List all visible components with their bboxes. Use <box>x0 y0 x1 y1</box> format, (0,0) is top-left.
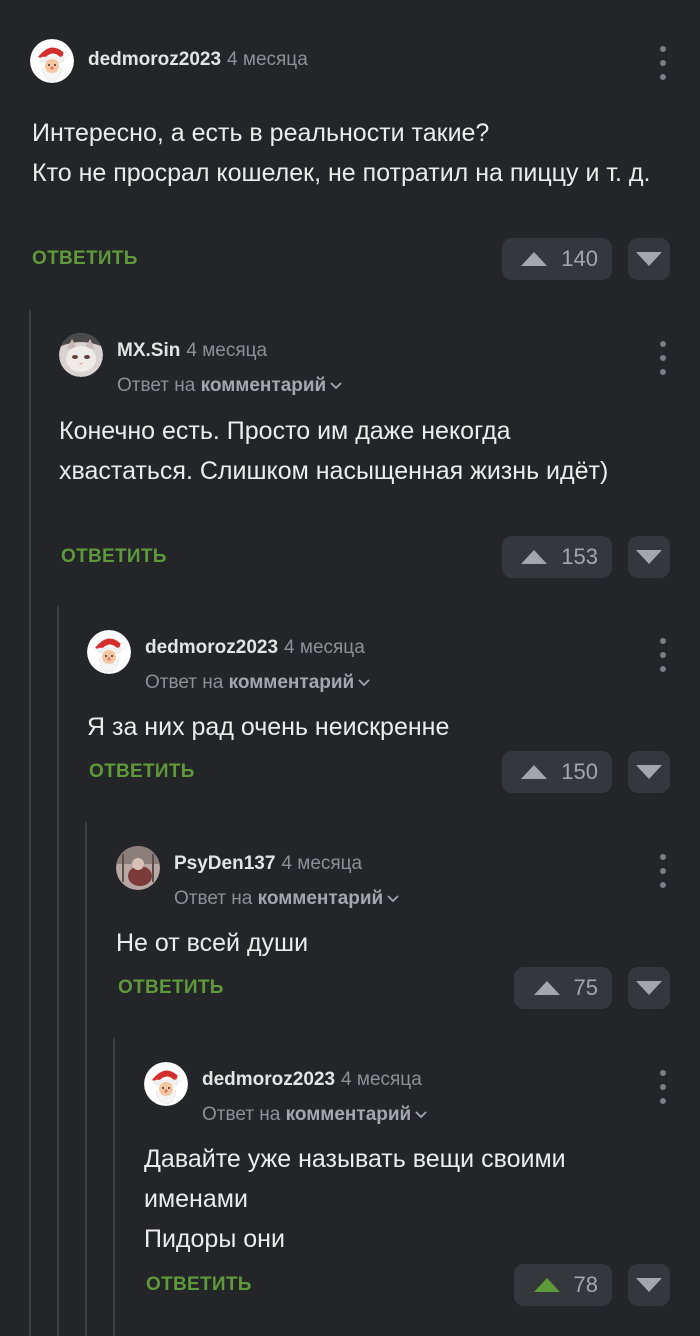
more-options-icon[interactable] <box>656 46 670 80</box>
comment-text: Не от всей души <box>116 929 309 957</box>
downvote-button[interactable] <box>628 238 670 280</box>
reply-to-link[interactable]: Ответ на комментарий <box>145 672 370 694</box>
comment-header: dedmoroz2023 4 месяца Ответ на комментари… <box>144 1062 700 1125</box>
upvote-button[interactable]: 140 <box>502 238 612 280</box>
reply-to-target[interactable]: комментарий <box>286 1104 412 1125</box>
comment-time: 4 месяца <box>186 340 268 361</box>
thread-line-level-1[interactable] <box>29 310 31 1336</box>
vote-count: 78 <box>573 1272 598 1297</box>
downvote-button[interactable] <box>628 967 670 1009</box>
santa-avatar-icon[interactable] <box>144 1062 188 1106</box>
upvote-button[interactable]: 153 <box>502 536 612 578</box>
reply-to-target[interactable]: комментарий <box>258 888 384 909</box>
vote-count: 140 <box>561 246 598 271</box>
comment-text: Я за них рад очень неискренне <box>87 713 450 741</box>
comment-header: dedmoroz2023 4 месяца Ответ на комментари… <box>87 630 700 693</box>
reply-button[interactable]: ОТВЕТИТЬ <box>32 248 138 270</box>
more-options-icon[interactable] <box>656 854 670 888</box>
comment-time: 4 месяца <box>341 1069 422 1090</box>
reply-to-link[interactable]: Ответ на комментарий <box>202 1104 427 1126</box>
downvote-button[interactable] <box>628 536 670 578</box>
upvote-arrow-icon <box>521 550 548 564</box>
comment-header: dedmoroz2023 4 месяца <box>30 39 700 83</box>
comment-text: Интересно, а есть в реальности такие? Кт… <box>32 119 651 187</box>
santa-avatar-icon[interactable] <box>30 39 74 83</box>
comment-header: PsyDen137 4 месяца Ответ на комментарий <box>116 846 700 909</box>
comment-text: Конечно есть. Просто им даже некогда хва… <box>59 417 609 485</box>
upvote-arrow-icon <box>533 981 560 995</box>
vote-count: 75 <box>573 975 598 1000</box>
downvote-button[interactable] <box>628 1264 670 1306</box>
more-options-icon[interactable] <box>656 638 670 672</box>
reply-button[interactable]: ОТВЕТИТЬ <box>89 761 195 783</box>
chevron-down-icon[interactable] <box>387 895 399 903</box>
thread-line-level-3[interactable] <box>85 822 87 1336</box>
reply-button[interactable]: ОТВЕТИТЬ <box>118 977 224 999</box>
comment-time: 4 месяца <box>281 853 363 874</box>
reply-to-prefix: Ответ на <box>145 672 224 693</box>
author-name[interactable]: dedmoroz2023 <box>202 1069 335 1090</box>
reply-button[interactable]: ОТВЕТИТЬ <box>61 546 167 568</box>
comment-time: 4 месяца <box>227 49 308 70</box>
author-name[interactable]: dedmoroz2023 <box>88 49 221 70</box>
downvote-arrow-icon <box>636 550 662 564</box>
author-name[interactable]: dedmoroz2023 <box>145 637 278 658</box>
comment-footer: ОТВЕТИТЬ 75 <box>116 967 670 1009</box>
downvote-arrow-icon <box>636 765 662 779</box>
comment-footer: ОТВЕТИТЬ 153 <box>59 536 670 578</box>
author-name[interactable]: PsyDen137 <box>174 853 275 874</box>
santa-avatar-icon[interactable] <box>87 630 131 674</box>
comments-thread: dedmoroz2023 4 месяца Интересно, а есть в… <box>0 0 700 1336</box>
reply-to-prefix: Ответ на <box>202 1104 281 1125</box>
comment-text: Давайте уже называть вещи своими именами… <box>144 1145 566 1253</box>
downvote-arrow-icon <box>636 981 662 995</box>
downvote-arrow-icon <box>636 1278 662 1292</box>
comment-footer: ОТВЕТИТЬ 140 <box>30 238 670 280</box>
reply-to-prefix: Ответ на <box>117 375 196 396</box>
chevron-down-icon[interactable] <box>415 1111 427 1119</box>
more-options-icon[interactable] <box>656 1070 670 1104</box>
reply-to-prefix: Ответ на <box>174 888 253 909</box>
upvote-button[interactable]: 78 <box>514 1264 612 1306</box>
downvote-button[interactable] <box>628 751 670 793</box>
upvote-arrow-icon <box>521 765 548 779</box>
author-line: PsyDen137 4 месяца <box>174 853 362 875</box>
vote-count: 153 <box>561 544 598 569</box>
cat-avatar-icon[interactable] <box>59 333 103 377</box>
reply-to-link[interactable]: Ответ на комментарий <box>117 375 342 397</box>
author-name[interactable]: MX.Sin <box>117 340 180 361</box>
comment-time: 4 месяца <box>284 637 365 658</box>
upvote-arrow-icon <box>521 252 548 266</box>
thread-line-level-4[interactable] <box>113 1038 115 1336</box>
photo-avatar-icon[interactable] <box>116 846 160 890</box>
author-line: MX.Sin 4 месяца <box>117 340 267 362</box>
chevron-down-icon[interactable] <box>330 382 342 390</box>
author-line: dedmoroz2023 4 месяца <box>145 637 365 659</box>
comment-footer: ОТВЕТИТЬ 150 <box>87 751 670 793</box>
vote-count: 150 <box>561 759 598 784</box>
reply-button[interactable]: ОТВЕТИТЬ <box>146 1274 252 1296</box>
chevron-down-icon[interactable] <box>358 679 370 687</box>
comment-header: MX.Sin 4 месяца Ответ на комментарий <box>59 333 700 396</box>
more-options-icon[interactable] <box>656 341 670 375</box>
reply-to-link[interactable]: Ответ на комментарий <box>174 888 399 910</box>
comment-footer: ОТВЕТИТЬ 78 <box>144 1264 670 1306</box>
thread-line-level-2[interactable] <box>57 606 59 1336</box>
author-line: dedmoroz2023 4 месяца <box>202 1069 422 1091</box>
upvote-button[interactable]: 150 <box>502 751 612 793</box>
upvote-button[interactable]: 75 <box>514 967 612 1009</box>
reply-to-target[interactable]: комментарий <box>201 375 327 396</box>
reply-to-target[interactable]: комментарий <box>229 672 355 693</box>
downvote-arrow-icon <box>636 252 662 266</box>
upvote-arrow-icon <box>533 1278 560 1292</box>
